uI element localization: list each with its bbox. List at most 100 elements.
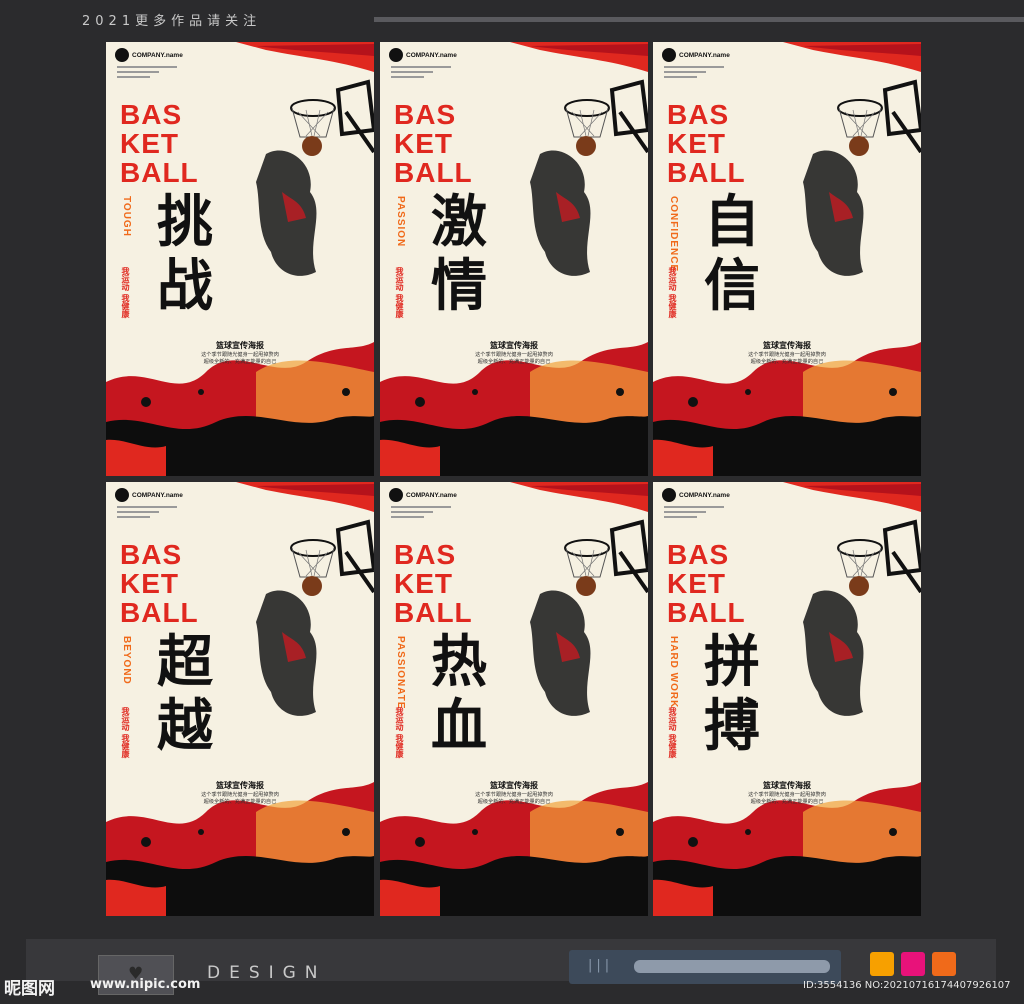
chinese-headline: 自信 xyxy=(704,189,760,319)
poster-description: 这个季节跟随光健身一起甩掉赘肉 超级全新的、充满正能量的自己 xyxy=(653,792,921,806)
vertical-slogan: 我运动 我健康 xyxy=(121,707,130,758)
poster-3[interactable]: COMPANY.name BAS KET BALL CONFIDENCE 我运动… xyxy=(653,42,921,476)
color-swatch-orange[interactable] xyxy=(870,952,894,976)
description-line-1: 这个季节跟随光健身一起甩掉赘肉 xyxy=(475,352,553,358)
watermark-url: www.nipic.com xyxy=(90,977,201,992)
title-line-3: BALL xyxy=(667,597,746,628)
chinese-headline: 拼搏 xyxy=(704,629,760,759)
title-line-3: BALL xyxy=(120,157,199,188)
watermark-logo-text: 昵图网 xyxy=(4,979,55,999)
poster-description: 这个季节跟随光健身一起甩掉赘肉 超级全新的、充满正能量的自己 xyxy=(106,352,374,366)
description-line-1: 这个季节跟随光健身一起甩掉赘肉 xyxy=(748,792,826,798)
company-brand: COMPANY.name xyxy=(115,488,183,502)
poster-subtitle: 篮球宣传海报 xyxy=(763,341,811,350)
description-line-1: 这个季节跟随光健身一起甩掉赘肉 xyxy=(748,352,826,358)
small-info-lines xyxy=(664,506,724,521)
title-line-1: BAS xyxy=(120,539,183,570)
color-swatch-pink[interactable] xyxy=(901,952,925,976)
company-brand: COMPANY.name xyxy=(389,488,457,502)
vertical-slogan: 我运动 我健康 xyxy=(395,707,404,758)
title-line-2: KET xyxy=(667,568,726,599)
color-swatch-red[interactable] xyxy=(932,952,956,976)
description-line-2: 超级全新的、充满正能量的自己 xyxy=(750,799,824,805)
slider-ticks: ||| xyxy=(588,958,614,973)
poster-subtitle: 篮球宣传海报 xyxy=(490,341,538,350)
top-bar: 2021更多作品请关注 xyxy=(0,0,1024,38)
description-line-2: 超级全新的、充满正能量的自己 xyxy=(203,359,277,365)
poster-subtitle: 篮球宣传海报 xyxy=(763,781,811,790)
company-name: COMPANY.name xyxy=(406,51,457,59)
vertical-slogan: 我运动 我健康 xyxy=(121,267,130,318)
poster-subtitle: 篮球宣传海报 xyxy=(216,341,264,350)
poster-description: 这个季节跟随光健身一起甩掉赘肉 超级全新的、充满正能量的自己 xyxy=(653,352,921,366)
title-line-1: BAS xyxy=(667,539,730,570)
small-info-lines xyxy=(664,66,724,81)
company-brand: COMPANY.name xyxy=(389,48,457,62)
slider-handle[interactable] xyxy=(634,960,830,973)
company-name: COMPANY.name xyxy=(679,491,730,499)
vertical-english-word: HARD WORK xyxy=(668,636,679,709)
title-line-2: KET xyxy=(120,128,179,159)
vertical-english-word: PASSIONATE xyxy=(395,636,406,710)
poster-1[interactable]: COMPANY.name BAS KET BALL TOUGH 我运动 我健康 … xyxy=(106,42,374,476)
vertical-slogan: 我运动 我健康 xyxy=(668,707,677,758)
description-line-1: 这个季节跟随光健身一起甩掉赘肉 xyxy=(201,792,279,798)
basketball-title: BAS KET BALL xyxy=(394,540,473,627)
company-logo-icon xyxy=(662,48,676,62)
small-info-lines xyxy=(391,506,451,521)
poster-4[interactable]: COMPANY.name BAS KET BALL BEYOND 我运动 我健康… xyxy=(106,482,374,916)
company-brand: COMPANY.name xyxy=(115,48,183,62)
image-id: ID:3554136 NO:20210716174407926107 xyxy=(803,980,1011,991)
description-line-2: 超级全新的、充满正能量的自己 xyxy=(203,799,277,805)
company-logo-icon xyxy=(115,48,129,62)
description-line-2: 超级全新的、充满正能量的自己 xyxy=(477,359,551,365)
basketball-title: BAS KET BALL xyxy=(667,100,746,187)
poster-subtitle: 篮球宣传海报 xyxy=(490,781,538,790)
company-logo-icon xyxy=(662,488,676,502)
company-brand: COMPANY.name xyxy=(662,48,730,62)
poster-5[interactable]: COMPANY.name BAS KET BALL PASSIONATE 我运动… xyxy=(380,482,648,916)
company-logo-icon xyxy=(389,488,403,502)
title-line-2: KET xyxy=(120,568,179,599)
company-logo-icon xyxy=(115,488,129,502)
poster-2[interactable]: COMPANY.name BAS KET BALL PASSION 我运动 我健… xyxy=(380,42,648,476)
poster-description: 这个季节跟随光健身一起甩掉赘肉 超级全新的、充满正能量的自己 xyxy=(380,352,648,366)
chinese-headline: 热血 xyxy=(431,629,487,759)
title-line-2: KET xyxy=(394,568,453,599)
description-line-1: 这个季节跟随光健身一起甩掉赘肉 xyxy=(475,792,553,798)
basketball-title: BAS KET BALL xyxy=(394,100,473,187)
chinese-headline: 超越 xyxy=(157,629,213,759)
company-name: COMPANY.name xyxy=(132,491,183,499)
small-info-lines xyxy=(117,506,177,521)
description-line-2: 超级全新的、充满正能量的自己 xyxy=(750,359,824,365)
vertical-slogan: 我运动 我健康 xyxy=(395,267,404,318)
title-line-3: BALL xyxy=(394,597,473,628)
description-line-1: 这个季节跟随光健身一起甩掉赘肉 xyxy=(201,352,279,358)
small-info-lines xyxy=(391,66,451,81)
vertical-english-word: TOUGH xyxy=(121,196,132,237)
header-text: 2021更多作品请关注 xyxy=(82,14,262,29)
company-brand: COMPANY.name xyxy=(662,488,730,502)
design-label: DESIGN xyxy=(207,963,327,983)
poster-grid: COMPANY.name BAS KET BALL TOUGH 我运动 我健康 … xyxy=(106,42,922,918)
poster-description: 这个季节跟随光健身一起甩掉赘肉 超级全新的、充满正能量的自己 xyxy=(106,792,374,806)
title-line-3: BALL xyxy=(120,597,199,628)
title-line-3: BALL xyxy=(667,157,746,188)
title-line-1: BAS xyxy=(394,99,457,130)
basketball-title: BAS KET BALL xyxy=(120,540,199,627)
title-line-1: BAS xyxy=(120,99,183,130)
poster-6[interactable]: COMPANY.name BAS KET BALL HARD WORK 我运动 … xyxy=(653,482,921,916)
vertical-english-word: PASSION xyxy=(395,196,406,248)
title-line-1: BAS xyxy=(667,99,730,130)
company-name: COMPANY.name xyxy=(406,491,457,499)
company-name: COMPANY.name xyxy=(132,51,183,59)
chinese-headline: 挑战 xyxy=(157,189,213,319)
title-line-2: KET xyxy=(667,128,726,159)
description-line-2: 超级全新的、充满正能量的自己 xyxy=(477,799,551,805)
poster-description: 这个季节跟随光健身一起甩掉赘肉 超级全新的、充满正能量的自己 xyxy=(380,792,648,806)
chinese-headline: 激情 xyxy=(431,189,487,319)
title-line-1: BAS xyxy=(394,539,457,570)
header-divider xyxy=(374,17,1024,22)
company-name: COMPANY.name xyxy=(679,51,730,59)
company-logo-icon xyxy=(389,48,403,62)
